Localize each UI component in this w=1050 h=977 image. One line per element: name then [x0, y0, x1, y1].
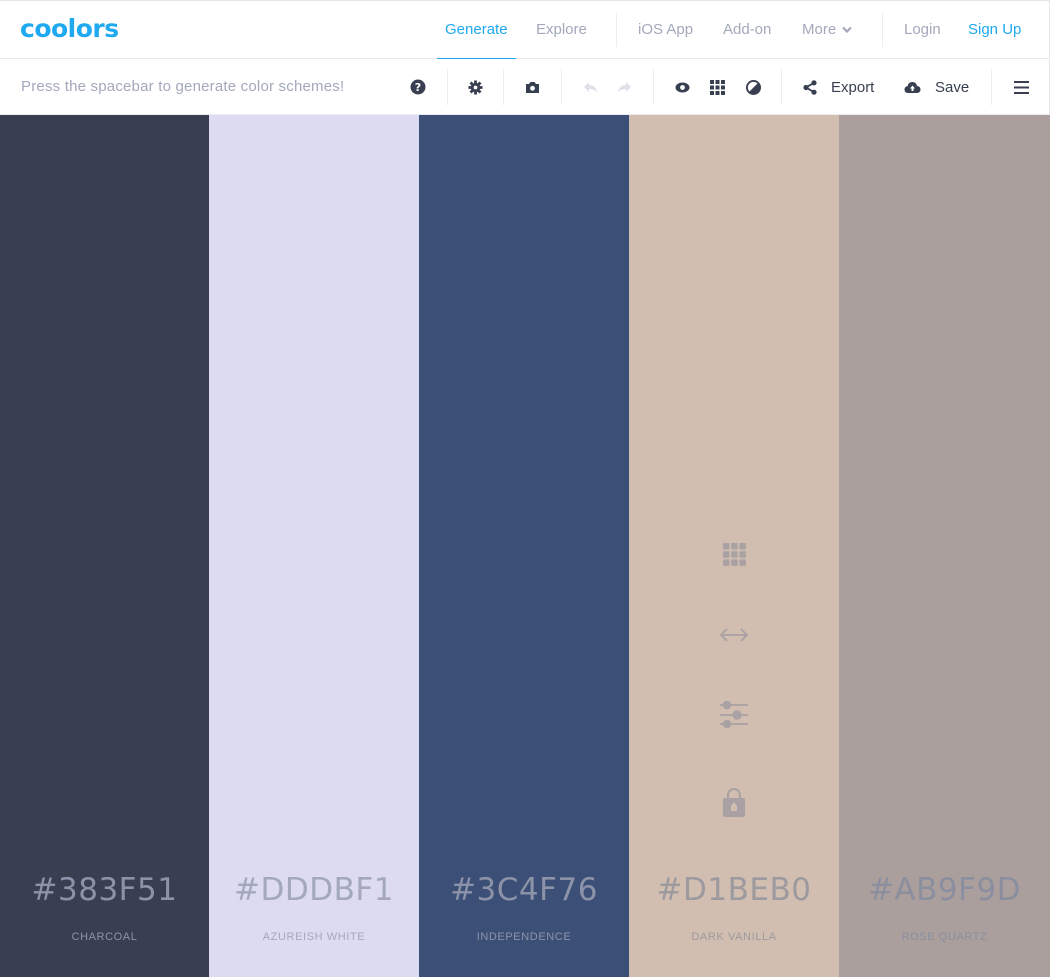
color-swatch-independence[interactable]: #3C4F76 INDEPENDENCE	[419, 115, 629, 977]
help-button[interactable]: ?	[406, 59, 430, 115]
undo-icon	[583, 81, 598, 93]
chevron-down-icon	[842, 2, 852, 60]
hex-code[interactable]: #383F51	[0, 872, 209, 908]
nav-add-on[interactable]: Add-on	[723, 1, 771, 59]
redo-button[interactable]	[612, 59, 636, 115]
color-name: ROSE QUARTZ	[901, 931, 988, 943]
menu-icon	[1013, 80, 1029, 94]
color-swatch-charcoal[interactable]: #383F51 CHARCOAL	[0, 115, 209, 977]
color-name: INDEPENDENCE	[476, 931, 572, 943]
menu-button[interactable]	[1009, 59, 1033, 115]
color-name: AZUREISH WHITE	[262, 931, 366, 943]
coolors-logo[interactable]: coolors	[20, 14, 119, 44]
svg-text:?: ?	[415, 81, 421, 94]
toolbar: Press the spacebar to generate color sch…	[0, 59, 1050, 115]
drag-icon	[719, 627, 749, 648]
adjust-button[interactable]	[718, 700, 750, 734]
contrast-button[interactable]	[741, 59, 765, 115]
toolbar-divider	[503, 69, 504, 105]
eye-icon	[675, 82, 690, 93]
settings-icon	[467, 79, 483, 95]
export-button[interactable]: Export	[803, 59, 874, 115]
help-icon: ?	[410, 79, 426, 95]
nav-generate[interactable]: Generate	[437, 1, 516, 60]
save-button[interactable]: Save	[904, 59, 969, 115]
hex-code[interactable]: #3C4F76	[419, 872, 629, 908]
settings-button[interactable]	[463, 59, 487, 115]
nav-sign-up[interactable]: Sign Up	[968, 1, 1021, 59]
toolbar-divider	[991, 69, 992, 105]
cloud-upload-icon	[904, 81, 921, 94]
toolbar-divider	[561, 69, 562, 105]
nav-more-label: More	[802, 21, 837, 38]
share-icon	[803, 79, 817, 95]
nav-explore[interactable]: Explore	[536, 1, 587, 59]
redo-icon	[617, 81, 632, 93]
nav-divider	[882, 13, 883, 47]
nav-ios-app[interactable]: iOS App	[638, 1, 693, 59]
color-swatch-azureish-white[interactable]: #DDDBF1 AZUREISH WHITE	[209, 115, 419, 977]
save-label: Save	[935, 78, 970, 96]
color-swatch-dark-vanilla[interactable]: #D1BEB0 DARK VANILLA	[629, 115, 839, 977]
swatch-tools	[629, 541, 839, 821]
color-name: DARK VANILLA	[691, 931, 777, 943]
grid-view-button[interactable]	[705, 59, 729, 115]
color-name: CHARCOAL	[71, 931, 138, 943]
grid-icon	[709, 79, 725, 95]
hex-code[interactable]: #D1BEB0	[629, 872, 839, 908]
nav-more[interactable]: More	[802, 1, 852, 59]
color-swatch-rose-quartz[interactable]: #AB9F9D ROSE QUARTZ	[839, 115, 1050, 977]
hex-code[interactable]: #AB9F9D	[839, 872, 1050, 908]
toolbar-divider	[447, 69, 448, 105]
view-shades-button[interactable]	[718, 541, 750, 573]
spacebar-hint: Press the spacebar to generate color sch…	[21, 78, 345, 95]
lock-button[interactable]	[718, 788, 750, 822]
view-button[interactable]	[670, 59, 694, 115]
lock-icon	[723, 788, 745, 822]
export-label: Export	[831, 78, 875, 96]
top-navbar: coolors Generate Explore iOS App Add-on …	[0, 0, 1050, 60]
nav-login[interactable]: Login	[904, 1, 941, 59]
drag-button[interactable]	[718, 621, 750, 653]
camera-button[interactable]	[520, 59, 544, 115]
adjust-icon	[719, 700, 749, 734]
color-palette: #383F51 CHARCOAL #DDDBF1 AZUREISH WHITE …	[0, 115, 1050, 977]
toolbar-divider	[781, 69, 782, 105]
contrast-icon	[745, 79, 761, 95]
camera-icon	[525, 81, 540, 94]
nav-divider	[616, 13, 617, 47]
toolbar-divider	[653, 69, 654, 105]
hex-code[interactable]: #DDDBF1	[209, 872, 419, 908]
view-shades-icon	[722, 543, 746, 571]
undo-button[interactable]	[578, 59, 602, 115]
